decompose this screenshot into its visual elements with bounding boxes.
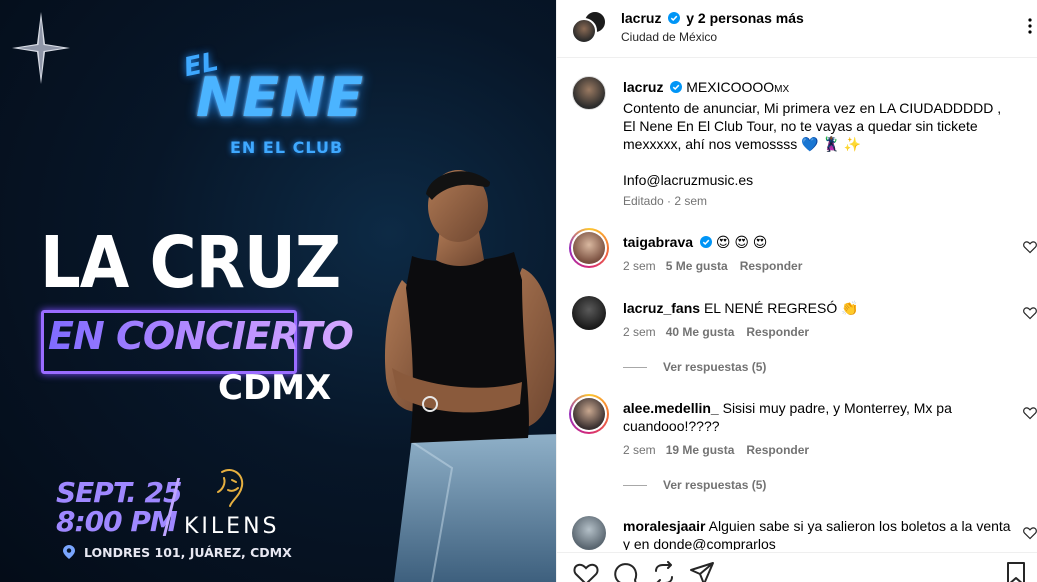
venue-name: KILENS — [184, 514, 280, 539]
caption-first-line: MEXICOOOO — [686, 79, 775, 95]
post-image[interactable]: EL NENE EN EL CLUB LA CRUZ EN CONCIERTO … — [0, 0, 556, 582]
star-icon — [12, 12, 70, 84]
logo-club-text: EN EL CLUB — [230, 138, 344, 157]
avatar[interactable] — [572, 296, 606, 330]
city-text: CDMX — [218, 368, 332, 408]
caption-username[interactable]: lacruz — [623, 79, 663, 95]
comment-meta: 2 sem 5 Me gusta Responder — [623, 259, 802, 273]
event-time: 8:00 PM — [56, 505, 178, 538]
replies-divider — [623, 485, 647, 486]
comment-meta: 2 sem 40 Me gusta Responder — [623, 325, 809, 339]
artist-title: LA CRUZ — [40, 222, 341, 305]
save-icon[interactable] — [1003, 561, 1029, 582]
logo-nene-text: NENE — [196, 66, 365, 129]
comment-likes[interactable]: 40 Me gusta — [666, 325, 735, 339]
venue-address-text: LONDRES 101, JUÁREZ, CDMX — [84, 545, 292, 560]
like-heart-icon[interactable] — [573, 561, 599, 582]
caption-first-line-small: MX — [774, 84, 790, 95]
reply-button[interactable]: Responder — [740, 259, 803, 273]
post-details-panel: lacruz y 2 personas más Ciudad de México… — [556, 0, 1037, 582]
view-replies-label[interactable]: Ver respuestas (5) — [663, 478, 766, 492]
heart-icon[interactable] — [1023, 406, 1037, 420]
heart-icon[interactable] — [1023, 240, 1037, 254]
comment-text: lacruz_fans EL NENÉ REGRESÓ 👏 — [623, 299, 1014, 317]
comment-likes[interactable]: 19 Me gusta — [666, 443, 735, 457]
avatar[interactable] — [571, 18, 597, 44]
heart-icon[interactable] — [1023, 306, 1037, 320]
comment-text: moralesjaair Alguien sabe si ya salieron… — [623, 517, 1014, 550]
replies-divider — [623, 367, 647, 368]
avatar[interactable] — [572, 76, 606, 110]
post-action-bar — [557, 552, 1037, 582]
comments-scroll-area[interactable]: lacruz MEXICOOOOMX Contento de anunciar,… — [557, 58, 1037, 550]
view-replies-button[interactable]: Ver respuestas (5) — [623, 360, 766, 374]
el-nene-logo: EL NENE EN EL CLUB — [178, 42, 363, 162]
post-header: lacruz y 2 personas más Ciudad de México — [557, 0, 1037, 58]
verified-icon — [699, 236, 712, 248]
verified-icon — [670, 81, 683, 93]
comment-username[interactable]: lacruz_fans — [623, 300, 700, 316]
avatar[interactable] — [572, 516, 606, 550]
comment-time: 2 sem — [623, 259, 656, 273]
comment-body: 😍 😍 😍 — [715, 234, 768, 250]
comment-icon[interactable] — [613, 561, 639, 582]
comment-likes[interactable]: 5 Me gusta — [666, 259, 728, 273]
reply-button[interactable]: Responder — [746, 443, 809, 457]
caption-text: lacruz MEXICOOOOMX Contento de anunciar,… — [623, 78, 1014, 189]
caption-body: Contento de anunciar, Mi primera vez en … — [623, 100, 1002, 152]
view-replies-label[interactable]: Ver respuestas (5) — [663, 360, 766, 374]
share-icon[interactable] — [651, 561, 677, 582]
story-ring[interactable] — [569, 394, 609, 434]
story-ring[interactable] — [569, 228, 609, 268]
kilens-logo-icon — [217, 468, 244, 507]
comment-time: 2 sem — [623, 443, 656, 457]
post-location[interactable]: Ciudad de México — [621, 30, 717, 44]
caption-meta: Editado · 2 sem — [623, 194, 708, 208]
artist-photo — [384, 170, 556, 582]
view-replies-button[interactable]: Ver respuestas (5) — [623, 478, 766, 492]
comment-username[interactable]: taigabrava — [623, 234, 693, 250]
more-options-icon[interactable] — [1023, 16, 1037, 36]
instagram-post-view: EL NENE EN EL CLUB LA CRUZ EN CONCIERTO … — [0, 0, 1037, 582]
comment-meta: 2 sem 19 Me gusta Responder — [623, 443, 809, 457]
send-icon[interactable] — [689, 561, 715, 582]
venue-address: LONDRES 101, JUÁREZ, CDMX — [62, 545, 292, 560]
comment-text: alee.medellin_ Sisisi muy padre, y Monte… — [623, 399, 1014, 435]
heart-icon[interactable] — [1023, 526, 1037, 540]
comment-text: taigabrava 😍 😍 😍 — [623, 233, 1014, 251]
post-author: lacruz y 2 personas más — [621, 10, 804, 26]
comment-username[interactable]: alee.medellin_ — [623, 400, 719, 416]
author-username[interactable]: lacruz — [621, 10, 661, 26]
comment-username[interactable]: moralesjaair — [623, 518, 706, 534]
collab-avatars[interactable] — [571, 10, 607, 44]
comment-time: 2 sem — [623, 325, 656, 339]
concierto-text: EN CONCIERTO — [48, 314, 354, 358]
verified-icon — [668, 12, 681, 24]
comment-body: EL NENÉ REGRESÓ 👏 — [703, 300, 859, 316]
caption-email: Info@lacruzmusic.es — [623, 172, 754, 188]
reply-button[interactable]: Responder — [746, 325, 809, 339]
collaborators-link[interactable]: y 2 personas más — [686, 10, 804, 26]
